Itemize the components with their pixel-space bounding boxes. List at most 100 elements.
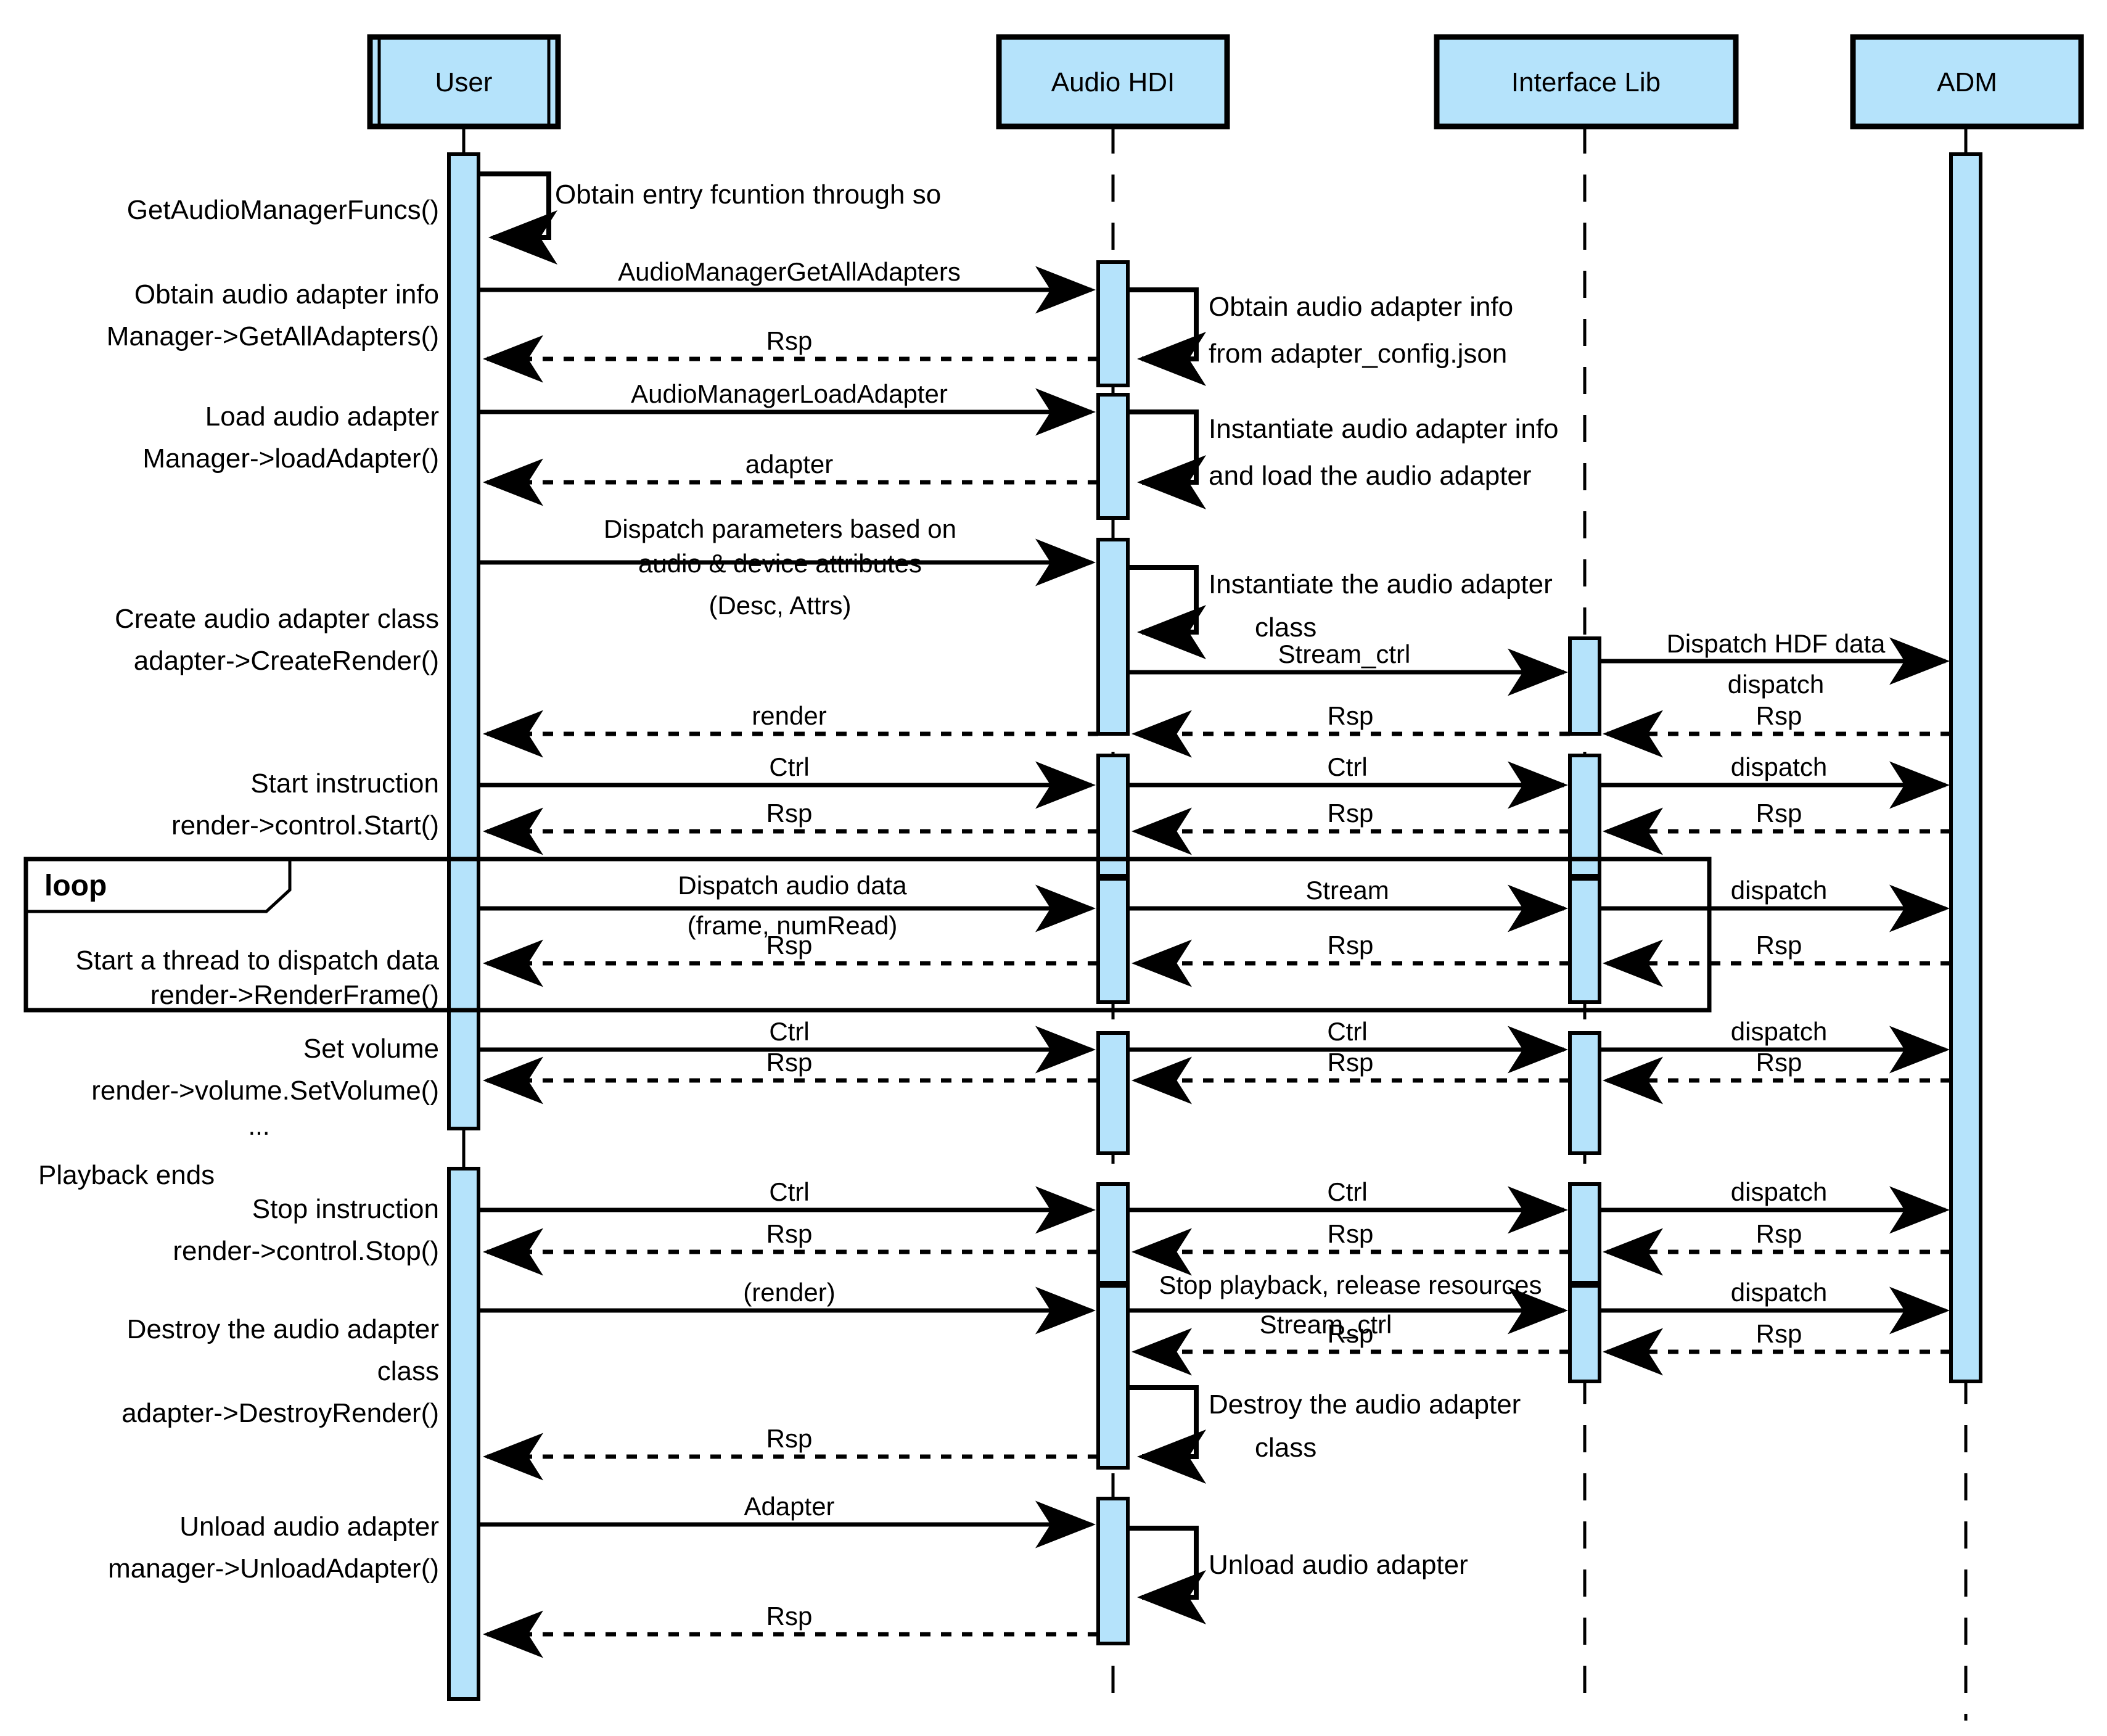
activation-iflib-1 bbox=[1568, 636, 1601, 736]
participant-interface-lib[interactable]: Interface Lib bbox=[1434, 34, 1739, 130]
message-label-dispatch-hdf-data-line1: Dispatch HDF data bbox=[1667, 629, 1886, 658]
left-label-start-instruction-line1: Start instruction bbox=[250, 768, 439, 799]
message-label-rsp-loop-iflib-hdi: Rsp bbox=[1328, 931, 1374, 960]
participant-user[interactable]: User bbox=[367, 34, 561, 130]
left-label-set-volume-line1: Set volume bbox=[303, 1034, 439, 1064]
note-obtain-adapter-info-line1: Obtain audio adapter info bbox=[1209, 292, 1513, 322]
message-label-ctrl-stop-user-hdi: Ctrl bbox=[769, 1177, 809, 1206]
message-label-dispatch-parameters-line3: (Desc, Attrs) bbox=[708, 591, 851, 620]
note-obtain-entry-function: Obtain entry fcuntion through so bbox=[555, 179, 941, 210]
left-label-stop-instruction-line2: render->control.Stop() bbox=[173, 1236, 439, 1266]
message-label-rsp-loop-adm-iflib: Rsp bbox=[1756, 931, 1802, 960]
message-label-rsp-destroy-hdi-user: Rsp bbox=[766, 1424, 813, 1453]
left-label-load-adapter-line2: Manager->loadAdapter() bbox=[142, 443, 439, 474]
message-label-rsp-stop-iflib-hdi: Rsp bbox=[1328, 1219, 1374, 1248]
message-label-dispatch-stop: dispatch bbox=[1731, 1177, 1827, 1206]
left-label-unload-adapter-line1: Unload audio adapter bbox=[179, 1512, 439, 1542]
message-label-rsp-getalladapters: Rsp bbox=[766, 326, 813, 355]
left-label-set-volume-ellipsis: ... bbox=[248, 1111, 269, 1140]
activation-adm-1 bbox=[1949, 152, 1982, 1383]
message-label-dispatch-start: dispatch bbox=[1731, 752, 1827, 781]
activation-iflib-3 bbox=[1568, 877, 1601, 1004]
activation-user-1 bbox=[447, 152, 480, 1130]
note-instantiate-adapter-info-line2: and load the audio adapter bbox=[1209, 461, 1532, 491]
message-label-rsp-volume-iflib-hdi: Rsp bbox=[1328, 1048, 1374, 1077]
left-label-destroy-render-line1: Destroy the audio adapter bbox=[127, 1314, 439, 1344]
message-label-dispatch-parameters-line1: Dispatch parameters based on bbox=[604, 514, 956, 543]
message-label-ctrl-volume-hdi-iflib: Ctrl bbox=[1327, 1017, 1367, 1046]
left-label-render-frame-line2: render->RenderFrame() bbox=[150, 980, 439, 1010]
message-label-rsp-volume-adm-iflib: Rsp bbox=[1756, 1048, 1802, 1077]
left-label-destroy-render-line3: adapter->DestroyRender() bbox=[121, 1398, 439, 1428]
activation-hdi-5 bbox=[1096, 877, 1130, 1004]
activation-iflib-6 bbox=[1568, 1284, 1601, 1383]
activation-user-2 bbox=[447, 1167, 480, 1701]
message-label-rsp-start-iflib-hdi: Rsp bbox=[1328, 799, 1374, 828]
message-label-audiomanagerloadadapter: AudioManagerLoadAdapter bbox=[631, 379, 948, 408]
left-label-destroy-render-line2: class bbox=[377, 1356, 439, 1386]
left-label-get-audio-manager-funcs: GetAudioManagerFuncs() bbox=[127, 195, 439, 225]
left-label-start-instruction-line2: render->control.Start() bbox=[171, 810, 439, 841]
activation-hdi-3 bbox=[1096, 538, 1130, 736]
message-label-ctrl-start-user-hdi: Ctrl bbox=[769, 752, 809, 781]
note-unload-audio-adapter: Unload audio adapter bbox=[1209, 1550, 1468, 1580]
message-label-rsp-unload-hdi-user: Rsp bbox=[766, 1602, 813, 1631]
left-label-obtain-adapter-info-line1: Obtain audio adapter info bbox=[134, 279, 439, 310]
message-label-audiomanagergetalladapters: AudioManagerGetAllAdapters bbox=[618, 257, 961, 286]
message-label-stop-playback-line1: Stop playback, release resources bbox=[1159, 1270, 1542, 1299]
message-label-dispatch-audio-data-line1: Dispatch audio data bbox=[678, 871, 907, 900]
message-label-render-destroy: (render) bbox=[743, 1278, 835, 1307]
participant-adm[interactable]: ADM bbox=[1850, 34, 2084, 130]
note-destroy-adapter-class-line2: class bbox=[1255, 1433, 1316, 1463]
activation-hdi-7 bbox=[1096, 1182, 1130, 1285]
message-label-rsp-stop-adm-iflib: Rsp bbox=[1756, 1219, 1802, 1248]
message-label-dispatch-destroy: dispatch bbox=[1731, 1278, 1827, 1307]
left-label-playback-ends: Playback ends bbox=[38, 1160, 215, 1190]
left-label-load-adapter-line1: Load audio adapter bbox=[205, 401, 439, 432]
participant-audio-hdi[interactable]: Audio HDI bbox=[996, 34, 1230, 130]
message-label-dispatch-hdf-data-line2: dispatch bbox=[1728, 670, 1824, 699]
activation-hdi-6 bbox=[1096, 1031, 1130, 1155]
message-label-dispatch-loop: dispatch bbox=[1731, 876, 1827, 905]
sequence-diagram-canvas: User Audio HDI Interface Lib ADM GetAudi… bbox=[0, 0, 2107, 1736]
activation-hdi-1 bbox=[1096, 260, 1130, 387]
left-label-set-volume-line2: render->volume.SetVolume() bbox=[91, 1076, 439, 1106]
message-label-rsp-loop-hdi-user: Rsp bbox=[766, 931, 813, 960]
message-label-stream-ctrl-create: Stream_ctrl bbox=[1278, 640, 1411, 668]
message-label-render-return: render bbox=[752, 701, 826, 730]
message-label-rsp-start-adm-iflib: Rsp bbox=[1756, 799, 1802, 828]
activation-iflib-4 bbox=[1568, 1031, 1601, 1155]
message-label-rsp-adm-to-iflib-create: Rsp bbox=[1756, 701, 1802, 730]
activation-hdi-8 bbox=[1096, 1284, 1130, 1470]
left-label-stop-instruction-line1: Stop instruction bbox=[252, 1194, 439, 1224]
participant-audio-hdi-label: Audio HDI bbox=[1051, 67, 1175, 97]
note-destroy-adapter-class-line1: Destroy the audio adapter bbox=[1209, 1389, 1521, 1420]
message-label-rsp-volume-hdi-user: Rsp bbox=[766, 1048, 813, 1077]
activation-iflib-5 bbox=[1568, 1182, 1601, 1285]
left-label-create-render-line1: Create audio adapter class bbox=[115, 604, 439, 634]
participant-adm-label: ADM bbox=[1937, 67, 1997, 97]
message-label-ctrl-stop-hdi-iflib: Ctrl bbox=[1327, 1177, 1367, 1206]
message-label-rsp-start-hdi-user: Rsp bbox=[766, 799, 813, 828]
activation-hdi-9 bbox=[1096, 1497, 1130, 1645]
message-label-dispatch-parameters-line2: audio & device attributes bbox=[638, 549, 922, 578]
participant-user-label: User bbox=[435, 67, 493, 97]
loop-fragment-label: loop bbox=[44, 870, 107, 902]
message-label-rsp-iflib-to-hdi-create: Rsp bbox=[1328, 701, 1374, 730]
message-label-rsp-destroy-adm-iflib: Rsp bbox=[1756, 1319, 1802, 1348]
left-label-render-frame-line1: Start a thread to dispatch data bbox=[76, 945, 440, 976]
message-label-adapter-return: adapter bbox=[745, 450, 833, 479]
note-obtain-adapter-info-line2: from adapter_config.json bbox=[1209, 339, 1507, 369]
sequence-diagram-svg: User Audio HDI Interface Lib ADM GetAudi… bbox=[0, 0, 2107, 1736]
participant-interface-lib-label: Interface Lib bbox=[1511, 67, 1661, 97]
message-label-rsp-destroy-iflib-hdi: Rsp bbox=[1328, 1319, 1374, 1348]
activation-hdi-2 bbox=[1096, 393, 1130, 520]
message-label-adapter-unload: Adapter bbox=[744, 1492, 834, 1521]
message-label-rsp-stop-hdi-user: Rsp bbox=[766, 1219, 813, 1248]
note-instantiate-adapter-info-line1: Instantiate audio adapter info bbox=[1209, 414, 1559, 444]
note-instantiate-adapter-class-line1: Instantiate the audio adapter bbox=[1209, 569, 1553, 599]
message-label-stream-loop: Stream bbox=[1305, 876, 1389, 905]
left-label-obtain-adapter-info-line2: Manager->GetAllAdapters() bbox=[107, 321, 439, 352]
diagram-background bbox=[0, 0, 2107, 1736]
message-label-ctrl-volume-user-hdi: Ctrl bbox=[769, 1017, 809, 1046]
